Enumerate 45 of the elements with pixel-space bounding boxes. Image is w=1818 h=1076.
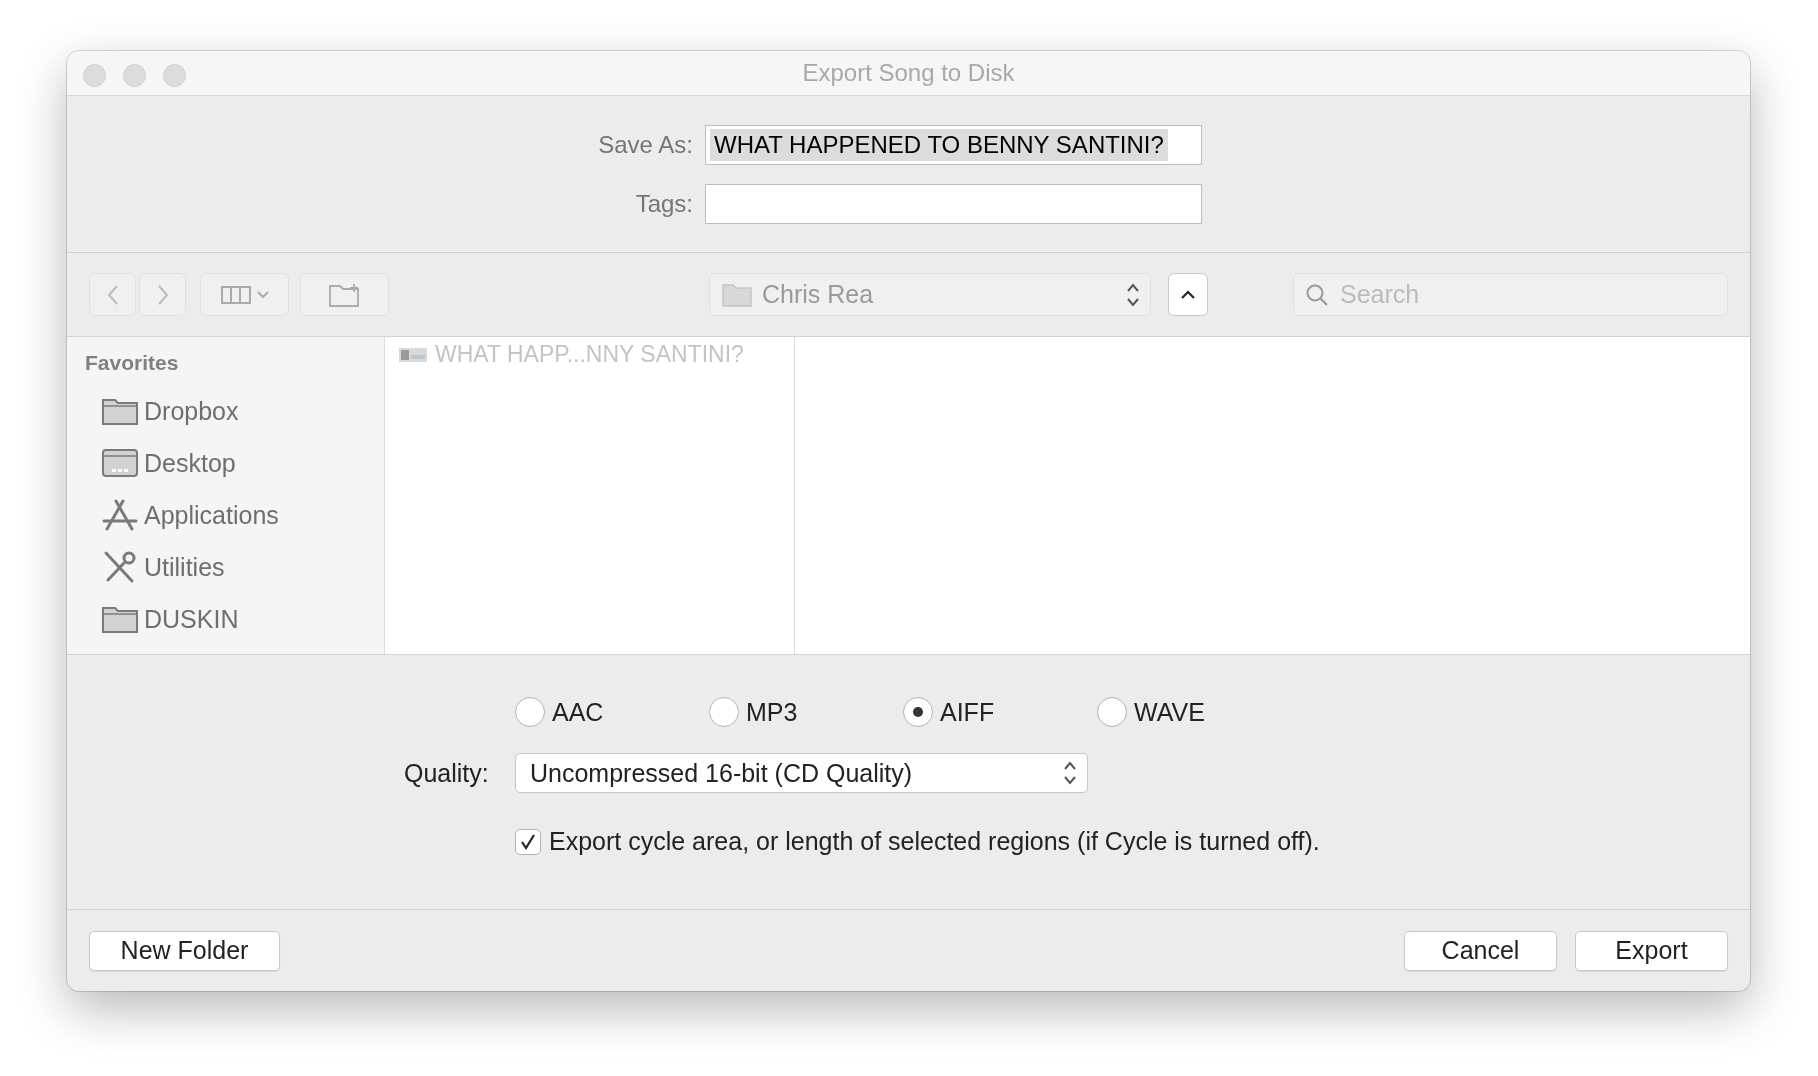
quality-popup[interactable]: Uncompressed 16-bit (CD Quality) bbox=[515, 753, 1088, 793]
up-button[interactable] bbox=[1168, 273, 1208, 316]
back-button[interactable] bbox=[89, 273, 136, 316]
quality-label: Quality: bbox=[404, 758, 490, 788]
folder-icon bbox=[722, 282, 752, 307]
caret-icon bbox=[256, 290, 269, 299]
cancel-button[interactable]: Cancel bbox=[1404, 930, 1557, 971]
sidebar-item[interactable]: Desktop bbox=[85, 437, 384, 489]
sidebar-item[interactable]: Utilities bbox=[85, 541, 384, 593]
chevron-left-icon bbox=[106, 283, 119, 306]
close-button[interactable] bbox=[83, 64, 106, 87]
window-title: Export Song to Disk bbox=[802, 59, 1015, 87]
folder-icon bbox=[102, 397, 138, 425]
format-radio[interactable]: WAVE bbox=[1097, 697, 1291, 727]
format-radio[interactable]: AIFF bbox=[903, 697, 1097, 727]
up-down-chevron-icon bbox=[1063, 760, 1077, 786]
columns-icon bbox=[220, 285, 251, 304]
sidebar-item[interactable]: Dropbox bbox=[85, 385, 384, 437]
view-mode-button[interactable] bbox=[200, 273, 289, 316]
save-as-label: Save As: bbox=[597, 130, 694, 159]
forward-button[interactable] bbox=[139, 273, 186, 316]
up-down-chevron-icon bbox=[1126, 281, 1140, 308]
tags-field[interactable] bbox=[705, 183, 1202, 224]
audio-file-icon bbox=[399, 346, 427, 363]
new-folder-button[interactable]: New Folder bbox=[89, 930, 280, 971]
chevron-right-icon bbox=[156, 283, 169, 306]
check-icon bbox=[519, 832, 537, 851]
sidebar-heading: Favorites bbox=[85, 351, 180, 375]
folder-plus-icon bbox=[328, 282, 361, 307]
cycle-checkbox[interactable]: Export cycle area, or length of selected regions (if Cycle is turned off). bbox=[515, 827, 1750, 856]
format-radio[interactable]: MP3 bbox=[709, 697, 903, 727]
sidebar-item[interactable]: Applications bbox=[85, 489, 384, 541]
utilities-icon bbox=[102, 550, 138, 584]
export-button[interactable]: Export bbox=[1575, 930, 1728, 971]
desktop-icon bbox=[102, 449, 138, 477]
folder-icon bbox=[102, 605, 138, 633]
save-as-field[interactable]: WHAT HAPPENED TO BENNY SANTINI? bbox=[705, 124, 1202, 165]
new-folder-button[interactable] bbox=[300, 273, 389, 316]
chevron-up-icon bbox=[1180, 289, 1196, 300]
sidebar-item[interactable]: DUSKIN bbox=[85, 593, 384, 645]
minimize-button[interactable] bbox=[123, 64, 146, 87]
applications-icon bbox=[102, 499, 138, 531]
zoom-button[interactable] bbox=[163, 64, 186, 87]
tags-label: Tags: bbox=[634, 189, 694, 218]
format-radio[interactable]: AAC bbox=[515, 697, 709, 727]
